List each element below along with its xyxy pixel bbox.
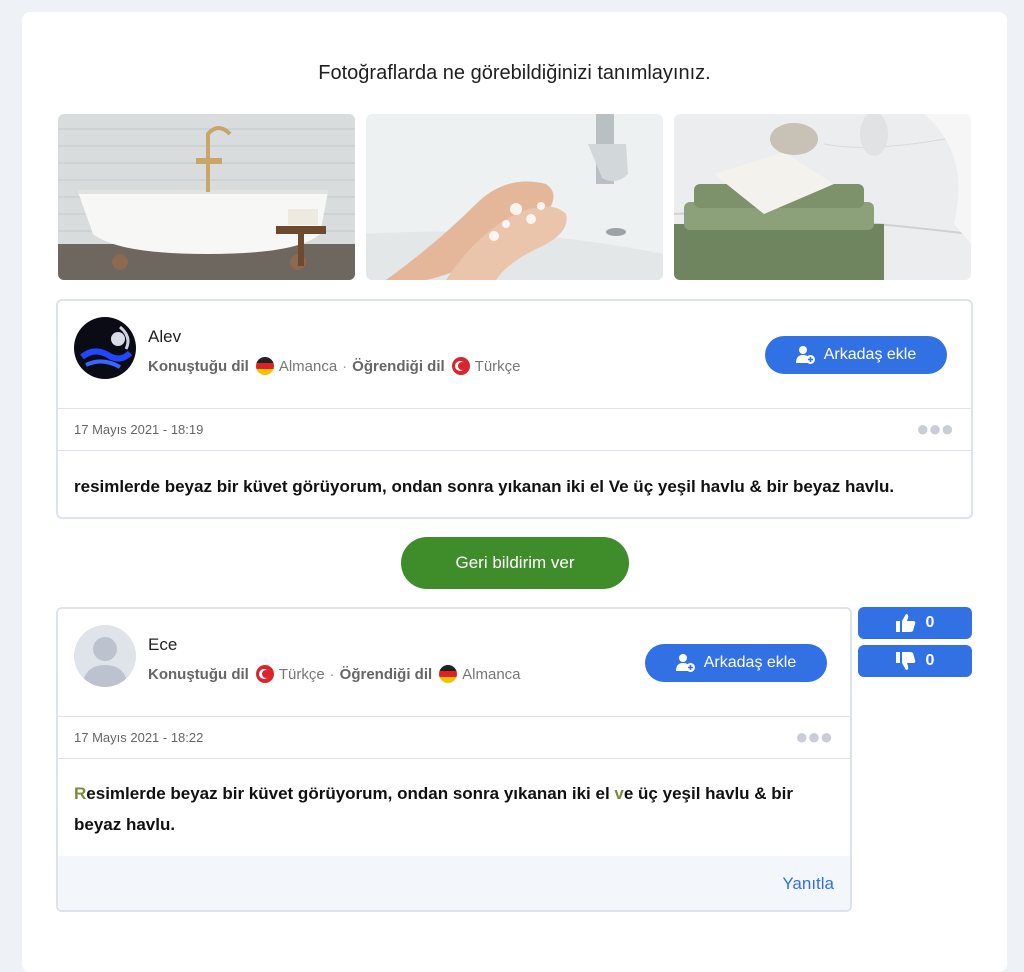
correction-highlight: R [74,784,87,803]
reply-footer: Yanıtla [58,856,850,910]
answer-post-alev: Alev Konuştuğu dil Almanca · Öğrendiği d… [56,299,973,519]
turkey-flag-icon [451,357,470,375]
speaks-label: Konuştuğu dil [148,357,249,375]
add-friend-label: Arkadaş ekle [823,346,917,363]
germany-flag-icon [255,357,274,375]
germany-flag-icon [439,665,458,683]
avatar[interactable] [74,625,136,687]
reply-link[interactable]: Yanıtla [782,874,834,894]
username[interactable]: Alev [148,327,181,347]
add-friend-label: Arkadaş ekle [703,654,797,671]
add-user-icon [795,346,815,364]
answer-text-part: e üç yeşil havlu & bir [623,784,793,803]
learns-language: Türkçe [474,357,521,375]
learns-label: Öğrendiği dil [339,665,433,683]
more-options-icon[interactable]: ●●● [916,418,954,440]
downvote-button[interactable]: 0 [858,645,972,677]
corrected-answer-text: Resimlerde beyaz bir küvet görüyorum, on… [74,778,834,840]
upvote-button[interactable]: 0 [858,607,972,639]
username[interactable]: Ece [148,635,177,655]
add-user-icon [675,654,695,672]
language-info: Konuştuğu dil Türkçe · Öğrendiği dil Alm… [148,665,521,683]
upvote-count: 0 [925,614,935,631]
washing-hands-photo [366,114,663,280]
add-friend-button[interactable]: Arkadaş ekle [645,644,827,682]
answer-text: resimlerde beyaz bir küvet görüyorum, on… [74,477,895,496]
bathtub-photo [58,114,355,280]
separator-dot: · [329,665,335,683]
turkey-flag-icon [255,665,274,683]
speaks-language: Almanca [278,357,338,375]
answer-text-part: esimlerde beyaz bir küvet görüyorum, ond… [86,784,615,803]
exercise-card: Fotoğraflarda ne görebildiğinizi tanımla… [22,12,1007,972]
speaks-label: Konuştuğu dil [148,665,249,683]
divider [58,450,971,451]
exercise-prompt: Fotoğraflarda ne görebildiğinizi tanımla… [318,62,711,84]
divider [58,758,850,759]
timestamp: 17 Mayıs 2021 - 18:19 [74,422,204,437]
downvote-count: 0 [925,652,935,669]
answer-text-part: beyaz havlu. [74,815,176,834]
more-options-icon[interactable]: ●●● [795,726,833,748]
give-feedback-button[interactable]: Geri bildirim ver [401,537,629,589]
divider [58,716,850,717]
thumbs-up-icon [895,614,915,632]
speaks-language: Türkçe [278,665,325,683]
add-friend-button[interactable]: Arkadaş ekle [765,336,947,374]
avatar[interactable] [74,317,136,379]
towels-photo [674,114,971,280]
thumbs-down-icon [895,652,915,670]
learns-label: Öğrendiği dil [352,357,445,375]
language-info: Konuştuğu dil Almanca · Öğrendiği dil Tü… [148,357,521,375]
answer-post-ece: Ece Konuştuğu dil Türkçe · Öğrendiği dil… [56,607,852,912]
correction-highlight: v [614,784,624,803]
divider [58,408,971,409]
learns-language: Almanca [462,665,521,683]
timestamp: 17 Mayıs 2021 - 18:22 [74,730,204,745]
separator-dot: · [342,357,348,375]
